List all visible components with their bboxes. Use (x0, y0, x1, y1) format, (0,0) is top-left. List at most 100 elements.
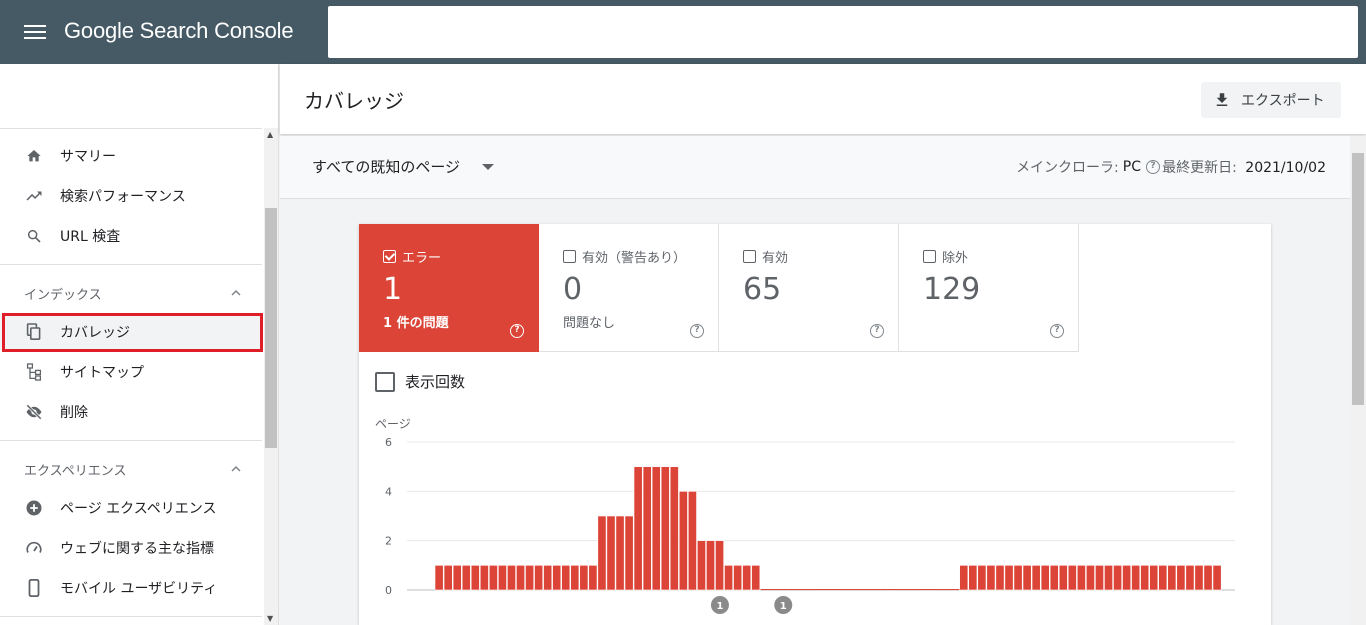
sidebar-item-page-experience[interactable]: ページ エクスペリエンス (0, 490, 262, 526)
tile-header: エラー (383, 247, 441, 266)
bar (678, 491, 688, 591)
property-selector[interactable] (14, 78, 264, 120)
tile-value: 129 (923, 272, 981, 307)
bar (896, 589, 906, 590)
tile-excluded[interactable]: 除外 129 ? (899, 224, 1079, 352)
scroll-up-arrow-icon[interactable]: ▲ (267, 130, 273, 139)
search-input[interactable] (328, 6, 1358, 58)
help-icon[interactable]: ? (510, 324, 524, 338)
bar (986, 565, 996, 591)
bar (823, 589, 834, 590)
bar (869, 589, 879, 590)
annotation-label: 1 (780, 601, 787, 612)
checkbox-icon[interactable] (563, 250, 576, 263)
chevron-up-icon[interactable] (230, 287, 242, 299)
bar (552, 565, 562, 591)
sidebar-item-sitemaps[interactable]: サイトマップ (0, 354, 262, 390)
sidebar-item-summary[interactable]: サマリー (0, 138, 262, 174)
help-icon[interactable]: ? (1050, 324, 1064, 338)
export-button[interactable]: エクスポート (1201, 82, 1341, 118)
smartphone-icon (24, 578, 44, 598)
bar (1185, 565, 1195, 591)
visibility-off-icon (24, 402, 44, 422)
checkbox-checked-icon[interactable] (383, 250, 396, 263)
page-filter-value: すべての既知のページ (312, 158, 461, 176)
bar (860, 589, 870, 590)
sidebar-item-label: サマリー (60, 149, 116, 165)
bar (778, 589, 788, 590)
tile-label: 除外 (942, 251, 969, 266)
help-icon[interactable]: ? (690, 324, 704, 338)
checkbox-icon[interactable] (743, 250, 756, 263)
tile-error[interactable]: エラー 1 1 件の問題 ? (359, 224, 539, 352)
impressions-checkbox[interactable]: 表示回数 (375, 371, 465, 392)
crawler-label: メインクローラ: (1016, 160, 1119, 176)
bar (932, 589, 942, 590)
scroll-down-arrow-icon[interactable]: ▼ (267, 614, 273, 623)
bar (796, 589, 806, 590)
help-icon[interactable]: ? (1146, 160, 1160, 174)
coverage-card: エラー 1 1 件の問題 ? 有効（警告あり） 0 問題なし ? 有効 65 ?… (359, 224, 1271, 625)
last-updated: 最終更新日: 2021/10/02 (1162, 157, 1326, 177)
bar (941, 589, 951, 590)
sidebar-scrollbar-thumb[interactable] (265, 208, 277, 448)
sidebar-item-label: 検索パフォーマンス (60, 189, 186, 205)
bar (923, 589, 933, 590)
product-logo[interactable]: Google Search Console (64, 18, 294, 44)
bar (534, 565, 544, 591)
speed-icon (24, 538, 44, 558)
bar (842, 589, 852, 590)
bar (1203, 565, 1213, 591)
sidebar-item-mobile-usability[interactable]: モバイル ユーザビリティ (0, 570, 262, 606)
last-updated-label: 最終更新日: (1162, 160, 1237, 176)
tile-header: 有効（警告あり） (563, 247, 686, 266)
checkbox-icon (375, 371, 395, 392)
bar (597, 515, 607, 591)
sidebar-item-removals[interactable]: 削除 (0, 394, 262, 430)
checkbox-icon[interactable] (923, 250, 936, 263)
tile-valid-with-warnings[interactable]: 有効（警告あり） 0 問題なし ? (539, 224, 719, 352)
bar (1031, 565, 1041, 591)
tile-header: 有効 (743, 247, 788, 266)
sidebar-divider (0, 616, 262, 617)
bar (1104, 565, 1113, 591)
sidebar-scrollbar[interactable]: ▲ ▼ (264, 128, 278, 625)
bar (977, 565, 987, 591)
bar (434, 565, 444, 591)
bar (787, 589, 797, 590)
bar (1122, 565, 1132, 591)
sidebar-item-core-web-vitals[interactable]: ウェブに関する主な指標 (0, 530, 262, 566)
bar (687, 491, 697, 591)
status-tiles: エラー 1 1 件の問題 ? 有効（警告あり） 0 問題なし ? 有効 65 ?… (359, 224, 1079, 352)
tile-label: エラー (402, 251, 442, 266)
bar (606, 515, 616, 591)
sidebar-divider (0, 440, 262, 441)
bar (733, 565, 743, 591)
bar (642, 466, 652, 591)
help-icon[interactable]: ? (870, 324, 884, 338)
sidebar-divider (0, 264, 262, 265)
bar (1067, 565, 1077, 591)
bar (833, 589, 843, 590)
chevron-up-icon[interactable] (230, 463, 242, 475)
crawler-info: メインクローラ: PC ? (1016, 157, 1160, 177)
bar (615, 515, 625, 591)
bar (742, 565, 752, 591)
trending-up-icon (24, 186, 44, 206)
tile-valid[interactable]: 有効 65 ? (719, 224, 899, 352)
bar (995, 565, 1005, 591)
bar (914, 589, 924, 590)
main-scrollbar-thumb[interactable] (1352, 153, 1364, 405)
y-tick-label: 2 (385, 535, 392, 548)
page-filter-dropdown[interactable]: すべての既知のページ (312, 156, 495, 177)
bar (1049, 565, 1059, 591)
bar (570, 565, 580, 591)
sidebar-item-performance[interactable]: 検索パフォーマンス (0, 178, 262, 214)
sidebar-item-url-inspection[interactable]: URL 検査 (0, 218, 262, 254)
bar (1158, 565, 1168, 591)
bar (633, 466, 643, 591)
main-scrollbar[interactable] (1350, 136, 1366, 625)
bar (724, 565, 734, 591)
hamburger-menu-icon[interactable] (24, 22, 46, 42)
bar (479, 565, 489, 591)
